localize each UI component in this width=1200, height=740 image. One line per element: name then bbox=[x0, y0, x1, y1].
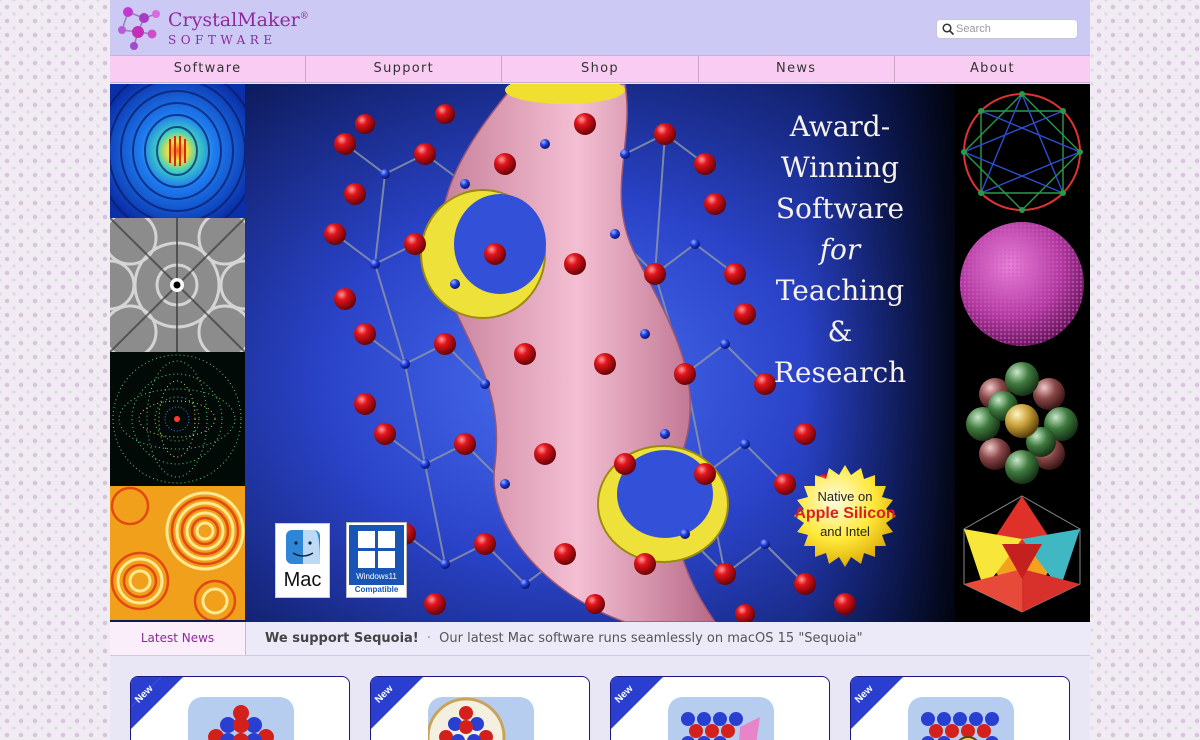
nav-item-support[interactable]: Support bbox=[306, 56, 503, 82]
page: CrystalMaker® SOFTWARE Software Support … bbox=[110, 0, 1090, 740]
nav-item-software[interactable]: Software bbox=[110, 56, 307, 82]
product-card[interactable]: New bbox=[130, 676, 350, 740]
news-item[interactable]: We support Sequoia! · Our latest Mac sof… bbox=[265, 622, 863, 655]
hero-banner[interactable]: Award- Winning Software for Teaching & R… bbox=[110, 84, 1090, 622]
apple-silicon-text: Native on Apple Silicon and Intel bbox=[794, 489, 896, 539]
crystalmaker-app-icon bbox=[188, 697, 294, 740]
nanoparticle-sphere-icon bbox=[960, 222, 1084, 346]
latest-news-tab[interactable]: Latest News bbox=[110, 622, 246, 655]
singlecrystal-app-icon bbox=[668, 697, 774, 740]
product-card[interactable]: New bbox=[370, 676, 590, 740]
hero-left-column bbox=[110, 84, 245, 622]
news-separator: · bbox=[426, 631, 432, 646]
windows-tile: Windows11 bbox=[349, 525, 404, 585]
grey-pattern-image bbox=[110, 218, 245, 352]
hero-main-art: Award- Winning Software for Teaching & R… bbox=[245, 84, 955, 622]
diffraction-rings-image bbox=[110, 84, 245, 218]
orange-interference-image bbox=[110, 486, 245, 620]
crystalviewer-app-icon bbox=[908, 697, 1014, 740]
stellated-octahedron-icon bbox=[963, 495, 1081, 613]
nav-item-about[interactable]: About bbox=[895, 56, 1090, 82]
product-card[interactable]: New bbox=[850, 676, 1070, 740]
product-card[interactable]: New bbox=[610, 676, 830, 740]
main-nav: Software Support Shop News About bbox=[110, 55, 1090, 83]
mac-compatible-badge[interactable]: Mac bbox=[275, 523, 330, 598]
finder-icon bbox=[286, 530, 320, 564]
apple-silicon-badge: Native on Apple Silicon and Intel bbox=[794, 465, 896, 567]
search-input[interactable] bbox=[956, 21, 1074, 37]
award-headline: Award- Winning Software for Teaching & R… bbox=[773, 110, 907, 389]
windows-label: Windows11 bbox=[356, 572, 397, 581]
mac-label: Mac bbox=[283, 569, 322, 591]
dot-flower-image bbox=[110, 352, 245, 486]
hero-right-column bbox=[955, 84, 1090, 622]
news-headline: We support Sequoia! bbox=[265, 631, 419, 646]
search-icon bbox=[942, 23, 955, 36]
news-ticker: Latest News We support Sequoia! · Our la… bbox=[110, 622, 1090, 656]
news-text: Our latest Mac software runs seamlessly … bbox=[439, 631, 863, 646]
nav-item-shop[interactable]: Shop bbox=[502, 56, 699, 82]
windows-compatible-label: Compatible bbox=[354, 585, 399, 594]
brand-name[interactable]: CrystalMaker® bbox=[168, 9, 309, 31]
star-polygon-icon bbox=[961, 91, 1083, 213]
nav-item-news[interactable]: News bbox=[699, 56, 895, 82]
site-header: CrystalMaker® SOFTWARE bbox=[110, 0, 1090, 55]
product-cards: New New New New bbox=[110, 656, 1090, 740]
crystal-logo-icon[interactable] bbox=[114, 4, 164, 52]
cluster-atoms-icon bbox=[966, 362, 1078, 484]
brand-tagline: SOFTWARE bbox=[168, 33, 277, 47]
windows-compatible-badge[interactable]: Windows11 Compatible bbox=[346, 522, 407, 598]
search-box[interactable] bbox=[936, 19, 1078, 39]
crystaldiffract-app-icon bbox=[428, 697, 534, 740]
windows-logo-icon bbox=[358, 531, 395, 568]
